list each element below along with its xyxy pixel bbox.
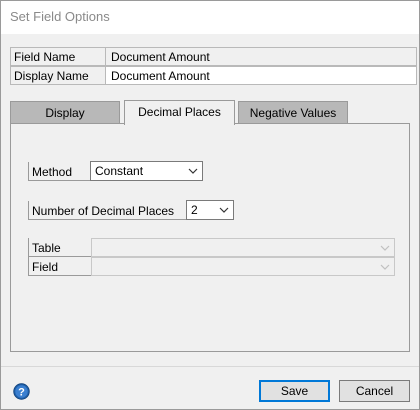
svg-text:?: ? [18,387,25,399]
chevron-down-icon [380,264,390,270]
field-select[interactable] [91,257,395,276]
tab-decimal-places[interactable]: Decimal Places [124,100,235,125]
decimal-places-panel: Method Constant Number of Decimal Places… [10,123,410,352]
save-button[interactable]: Save [259,380,330,402]
title-bar: Set Field Options [1,1,419,34]
set-field-options-dialog: Set Field Options Field Name Document Am… [0,0,420,410]
display-name-input[interactable]: Document Amount [105,66,417,85]
footer-separator [1,366,419,367]
method-selected-value: Constant [95,164,144,178]
display-name-label: Display Name [10,66,106,85]
tab-display[interactable]: Display [10,101,120,124]
chevron-down-icon [380,245,390,251]
decimal-places-count-label: Number of Decimal Places [28,201,186,220]
field-label: Field [28,257,91,276]
field-name-value: Document Amount [105,47,417,66]
decimal-places-count-select[interactable]: 2 [186,200,234,220]
dialog-title: Set Field Options [10,9,110,24]
tab-negative-values[interactable]: Negative Values [238,101,348,124]
table-select[interactable] [91,238,395,257]
chevron-down-icon [188,168,198,174]
field-name-label: Field Name [10,47,106,66]
cancel-button[interactable]: Cancel [339,380,410,402]
method-select[interactable]: Constant [90,161,203,181]
method-label: Method [28,162,90,181]
help-circle-icon[interactable]: ? [13,383,30,400]
chevron-down-icon [219,207,229,213]
decimal-places-count-value: 2 [191,203,198,217]
table-label: Table [28,238,91,257]
